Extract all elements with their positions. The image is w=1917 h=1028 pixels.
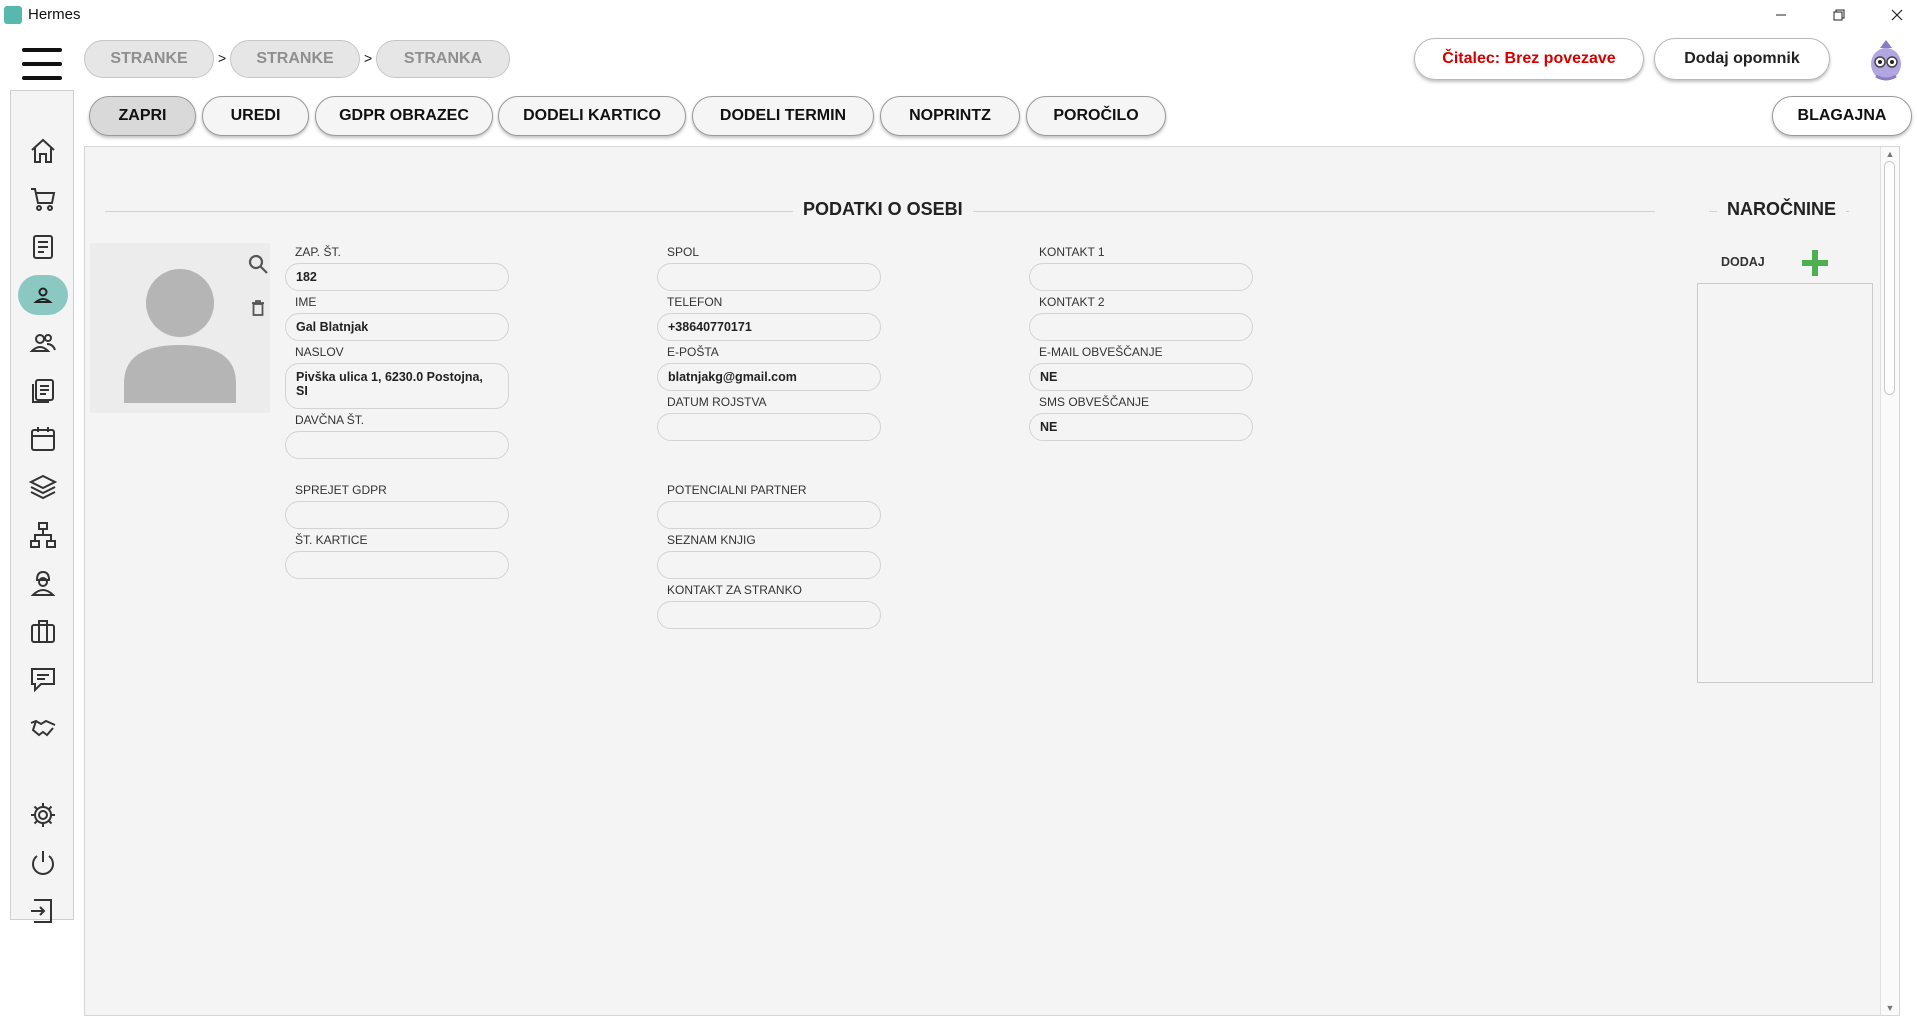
user-icon[interactable] [18,275,68,315]
tab-edit[interactable]: UREDI [202,96,309,136]
close-button[interactable] [1868,0,1917,30]
add-subscription-icon[interactable] [1799,247,1831,279]
scroll-up-icon[interactable]: ▲ [1885,149,1895,159]
field-label-sms-obvescanje: SMS OBVEŠČANJE [1039,395,1150,409]
gdpr-accepted-field[interactable] [285,501,509,529]
field-label-email-obvescanje: E-MAIL OBVEŠČANJE [1039,345,1163,359]
minimize-icon [1776,14,1786,16]
potential-partner-field[interactable] [657,501,881,529]
restore-button[interactable] [1810,0,1868,30]
gender-field[interactable] [657,263,881,291]
reader-status-button[interactable]: Čitalec: Brez povezave [1414,38,1644,80]
app-logo-icon [4,6,22,24]
tab-assign-card[interactable]: DODELI KARTICO [498,96,686,136]
field-label-ime: IME [295,295,317,309]
field-label-naslov: NASLOV [295,345,344,359]
address-field[interactable]: Pivška ulica 1, 6230.0 Postojna, SI [285,363,509,409]
phone-field[interactable]: +38640770171 [657,313,881,341]
breadcrumb-item[interactable]: STRANKE [84,40,214,78]
close-icon [1891,9,1903,21]
field-label-zap-st: ZAP. ŠT. [295,245,341,259]
breadcrumb-separator: > [364,50,373,66]
field-label-davcna: DAVČNA ŠT. [295,413,365,427]
section-title-subscriptions: NAROČNINE [1717,199,1847,220]
cart-icon[interactable] [27,183,59,215]
card-number-field[interactable] [285,551,509,579]
minimize-button[interactable] [1752,0,1810,30]
handshake-icon[interactable] [27,711,59,743]
scrollbar-thumb[interactable] [1884,161,1895,395]
section-title-person: PODATKI O OSEBI [793,199,973,220]
person-details-panel: PODATKI O OSEBI NAROČNINE ZAP. ŠT. 182 I… [84,146,1900,1016]
book-list-field[interactable] [657,551,881,579]
power-icon[interactable] [27,847,59,879]
email-field[interactable]: blatnjakg@gmail.com [657,363,881,391]
cashier-button[interactable]: BLAGAJNA [1772,96,1912,136]
zap-st-field[interactable]: 182 [285,263,509,291]
breadcrumb-item[interactable]: STRANKA [376,40,510,78]
customer-contact-field[interactable] [657,601,881,629]
tab-gdpr-form[interactable]: GDPR OBRAZEC [315,96,493,136]
field-label-kartica: ŠT. KARTICE [295,533,368,547]
logout-icon[interactable] [27,895,59,927]
documents-icon[interactable] [27,375,59,407]
search-photo-icon[interactable] [247,253,269,275]
invoice-icon[interactable] [27,231,59,263]
birth-date-field[interactable] [657,413,881,441]
users-icon[interactable] [27,327,59,359]
email-notify-field[interactable]: NE [1029,363,1253,391]
subscriptions-list[interactable] [1697,283,1873,683]
field-label-telefon: TELEFON [667,295,723,309]
delete-photo-icon[interactable] [250,299,266,317]
scroll-down-icon[interactable]: ▼ [1885,1003,1895,1013]
field-label-kontakt-stranko: KONTAKT ZA STRANKO [667,583,802,597]
field-label-kontakt1: KONTAKT 1 [1039,245,1105,259]
sidebar [10,90,74,923]
restore-icon [1833,9,1845,21]
tab-close[interactable]: ZAPRI [89,96,196,136]
tax-number-field[interactable] [285,431,509,459]
add-reminder-button[interactable]: Dodaj opomnik [1654,38,1830,80]
avatar-placeholder-icon [124,269,236,403]
network-icon[interactable] [27,519,59,551]
briefcase-icon[interactable] [27,615,59,647]
tab-noprintz[interactable]: NOPRINTZ [880,96,1020,136]
field-label-gdpr: SPREJET GDPR [295,483,387,497]
window-title: Hermes [28,6,81,23]
tab-report[interactable]: POROČILO [1026,96,1166,136]
calendar-icon[interactable] [27,423,59,455]
field-label-kontakt2: KONTAKT 2 [1039,295,1105,309]
contact2-field[interactable] [1029,313,1253,341]
field-label-rojstvo: DATUM ROJSTVA [667,395,767,409]
field-label-partner: POTENCIALNI PARTNER [667,483,807,497]
name-field[interactable]: Gal Blatnjak [285,313,509,341]
user-avatar-icon[interactable] [1866,38,1906,82]
contact1-field[interactable] [1029,263,1253,291]
tab-assign-appointment[interactable]: DODELI TERMIN [692,96,874,136]
worker-icon[interactable] [27,567,59,599]
field-label-eposta: E-POŠTA [667,345,719,359]
menu-toggle-icon[interactable] [22,48,62,80]
breadcrumb-separator: > [218,50,227,66]
vertical-scrollbar[interactable]: ▲ ▼ [1880,147,1899,1015]
sms-notify-field[interactable]: NE [1029,413,1253,441]
breadcrumb-item[interactable]: STRANKE [230,40,360,78]
settings-icon[interactable] [27,799,59,831]
title-bar: Hermes [0,0,1917,30]
chat-icon[interactable] [27,663,59,695]
layers-icon[interactable] [27,471,59,503]
field-label-knjige: SEZNAM KNJIG [667,533,756,547]
profile-photo [90,243,270,413]
field-label-spol: SPOL [667,245,700,259]
home-icon[interactable] [27,135,59,167]
add-subscription-label: DODAJ [1721,255,1765,269]
